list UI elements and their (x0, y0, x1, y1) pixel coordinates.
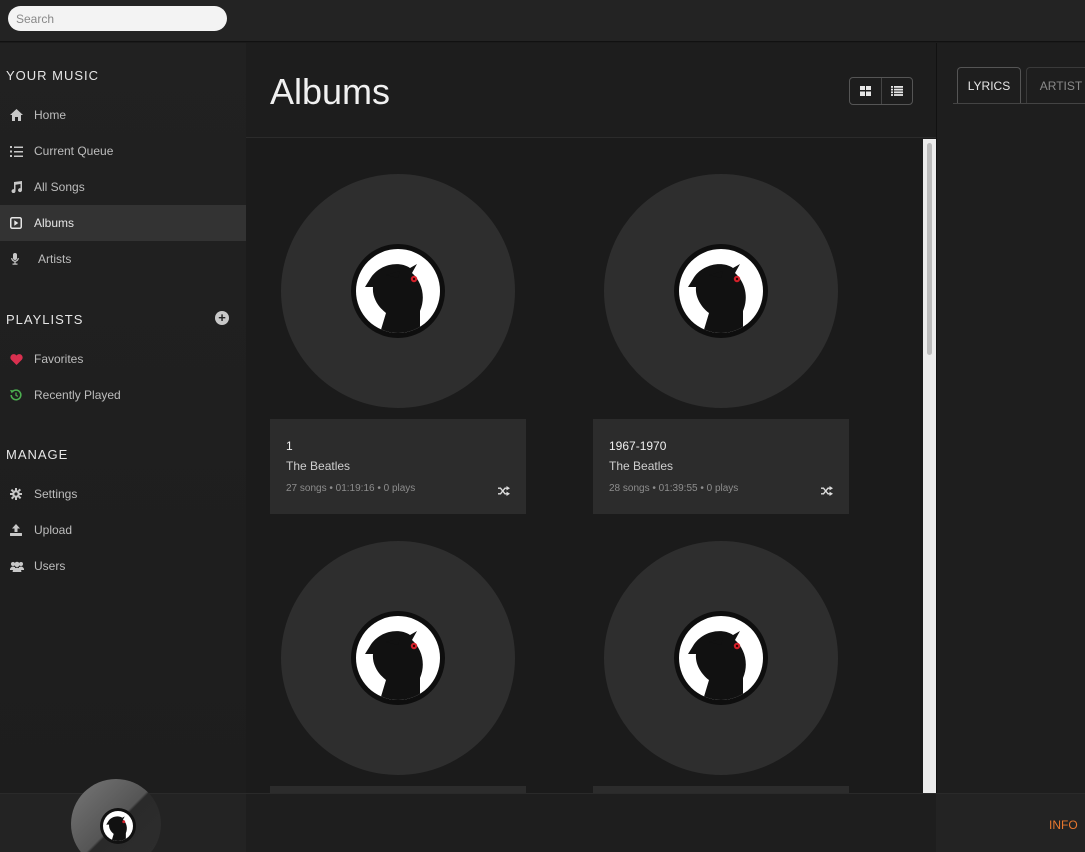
sidebar: YOUR MUSIC Home Current Queue All Songs … (0, 43, 246, 793)
album-icon (0, 217, 34, 229)
heart-icon (0, 353, 34, 365)
sidebar-item-label: Users (34, 559, 66, 573)
scrollbar[interactable] (923, 139, 936, 793)
sidebar-item-label: Favorites (34, 352, 84, 366)
sidebar-item-users[interactable]: Users (0, 548, 246, 584)
album-cover (351, 244, 445, 338)
tab-divider (953, 103, 1085, 104)
microphone-icon (0, 253, 38, 265)
sidebar-item-upload[interactable]: Upload (0, 512, 246, 548)
sidebar-item-label: Upload (34, 523, 73, 537)
album-disc (604, 541, 838, 775)
sidebar-item-label: Albums (34, 216, 75, 230)
album-cover (674, 611, 768, 705)
raven-logo-icon (365, 631, 423, 700)
sidebar-item-label: All Songs (34, 180, 85, 194)
add-playlist-button[interactable]: + (215, 311, 229, 325)
list-view-button[interactable] (880, 78, 913, 104)
main-content: Albums 1 The Beatles 27 songs • 01:19:16… (246, 43, 936, 793)
raven-logo-icon (365, 264, 423, 333)
sidebar-item-favorites[interactable]: Favorites (0, 341, 246, 377)
sidebar-item-label: Recently Played (34, 388, 121, 402)
sidebar-item-artists[interactable]: Artists (0, 241, 246, 277)
sidebar-item-label: Artists (38, 252, 72, 266)
sidebar-item-label: Home (34, 108, 67, 122)
upload-icon (0, 524, 34, 536)
album-artist[interactable]: The Beatles (609, 459, 673, 473)
shuffle-button[interactable] (498, 483, 510, 501)
now-playing-cover (100, 808, 136, 844)
shuffle-icon (821, 486, 833, 496)
album-artist[interactable]: The Beatles (286, 459, 350, 473)
users-icon (0, 561, 34, 572)
grid-view-icon (859, 86, 871, 96)
grid-view-button[interactable] (850, 78, 881, 104)
scrollbar-thumb[interactable] (927, 143, 932, 355)
sidebar-item-label: Settings (34, 487, 78, 501)
sidebar-item-home[interactable]: Home (0, 97, 246, 133)
album-grid: 1 The Beatles 27 songs • 01:19:16 • 0 pl… (246, 139, 936, 793)
player-bar: INFO (0, 779, 1085, 852)
shuffle-button[interactable] (821, 483, 833, 501)
album-info-card (593, 786, 849, 793)
sidebar-item-settings[interactable]: Settings (0, 476, 246, 512)
album-cover (351, 611, 445, 705)
your-music-heading: YOUR MUSIC (6, 68, 100, 83)
right-panel: LYRICS ARTIST (936, 43, 1085, 793)
album-title: 1967-1970 (609, 439, 667, 453)
album-info-card (270, 786, 526, 793)
album-info-card: 1967-1970 The Beatles 28 songs • 01:39:5… (593, 419, 849, 514)
tab-lyrics[interactable]: LYRICS (957, 67, 1021, 104)
playlists-heading: PLAYLISTS (6, 312, 84, 327)
album-disc (281, 174, 515, 408)
search-input[interactable] (8, 6, 227, 31)
top-bar (0, 0, 1085, 42)
gear-icon (0, 488, 34, 500)
sidebar-item-label: Current Queue (34, 144, 114, 158)
album-meta: 27 songs • 01:19:16 • 0 plays (286, 483, 416, 494)
album-title: 1 (286, 439, 293, 453)
sidebar-item-albums[interactable]: Albums (0, 205, 246, 241)
tab-artist[interactable]: ARTIST (1026, 67, 1085, 104)
home-icon (0, 109, 34, 121)
album-meta: 28 songs • 01:39:55 • 0 plays (609, 483, 739, 494)
music-note-icon (0, 181, 34, 193)
queue-list-icon (0, 145, 34, 157)
info-button[interactable]: INFO (1049, 818, 1078, 832)
album-cover (674, 244, 768, 338)
album-disc (281, 541, 515, 775)
album-disc (604, 174, 838, 408)
album-info-card: 1 The Beatles 27 songs • 01:19:16 • 0 pl… (270, 419, 526, 514)
sidebar-item-recently-played[interactable]: Recently Played (0, 377, 246, 413)
manage-heading: MANAGE (6, 447, 69, 462)
sidebar-item-current-queue[interactable]: Current Queue (0, 133, 246, 169)
raven-logo-icon (688, 264, 746, 333)
page-title: Albums (270, 71, 391, 112)
sidebar-item-all-songs[interactable]: All Songs (0, 169, 246, 205)
raven-logo-icon (106, 816, 127, 841)
view-toggle (849, 77, 913, 105)
raven-logo-icon (688, 631, 746, 700)
shuffle-icon (498, 486, 510, 496)
history-icon (0, 389, 34, 401)
list-view-icon (890, 86, 903, 96)
main-header: Albums (246, 43, 936, 138)
